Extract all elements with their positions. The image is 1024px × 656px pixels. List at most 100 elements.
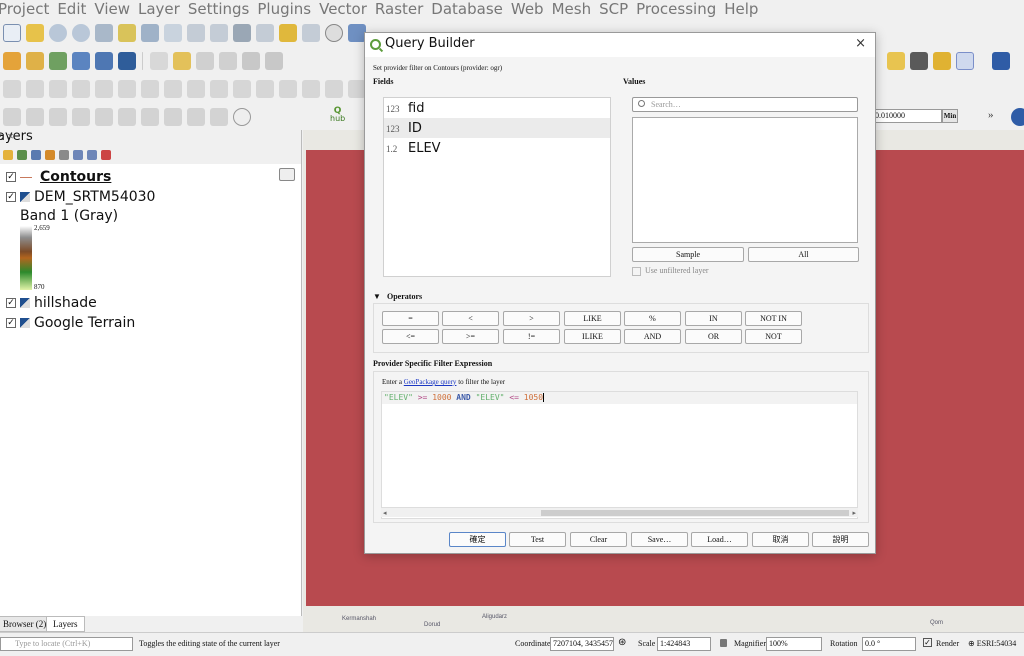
menu-settings[interactable]: Settings: [184, 0, 254, 19]
layer-checkbox-dem[interactable]: ✓: [6, 192, 16, 202]
zoom-out-icon[interactable]: [72, 24, 90, 42]
attribute-table-icon[interactable]: [72, 108, 90, 126]
expand-all-icon[interactable]: [73, 150, 83, 160]
current-edits-icon[interactable]: [150, 52, 168, 70]
add-ring-icon[interactable]: [26, 80, 44, 98]
deselect-icon[interactable]: [49, 108, 67, 126]
fill-ring-icon[interactable]: [72, 80, 90, 98]
offset-curve-icon[interactable]: [164, 80, 182, 98]
remove-layer-icon[interactable]: [101, 150, 111, 160]
statistics-icon[interactable]: [118, 108, 136, 126]
label-tool-icon[interactable]: [887, 52, 905, 70]
save-button[interactable]: Save…: [631, 532, 688, 547]
lock-scale-icon[interactable]: [720, 639, 727, 647]
plugin-shield-icon[interactable]: [233, 108, 251, 126]
help-button[interactable]: 說明: [812, 532, 869, 547]
locate-input[interactable]: Type to locate (Ctrl+K): [0, 637, 133, 651]
menu-edit[interactable]: Edit: [53, 0, 90, 19]
rotation-field[interactable]: 0.0 °: [862, 637, 916, 651]
menu-mesh[interactable]: Mesh: [548, 0, 596, 19]
load-button[interactable]: Load…: [691, 532, 748, 547]
merge-features-icon[interactable]: [233, 80, 251, 98]
use-unfiltered-checkbox[interactable]: [632, 266, 641, 276]
scroll-thumb[interactable]: [541, 510, 849, 516]
scroll-right-icon[interactable]: ▸: [852, 509, 856, 517]
save-edits-icon[interactable]: [196, 52, 214, 70]
merge-attributes-icon[interactable]: [256, 80, 274, 98]
simplify-icon[interactable]: [302, 80, 320, 98]
new-map-view-icon[interactable]: [233, 24, 251, 42]
data-source-manager-icon[interactable]: [3, 52, 21, 70]
menu-layer[interactable]: Layer: [134, 0, 184, 19]
op-equals[interactable]: =: [382, 311, 439, 326]
manage-visibility-icon[interactable]: [31, 150, 41, 160]
geopackage-query-link[interactable]: GeoPackage query: [404, 378, 457, 386]
test-button[interactable]: Test: [509, 532, 566, 547]
op-not-in[interactable]: NOT IN: [745, 311, 802, 326]
profile-tool-icon[interactable]: [956, 52, 974, 70]
identify-icon[interactable]: [3, 108, 21, 126]
layer-row-google-terrain[interactable]: ✓ Google Terrain: [6, 314, 135, 332]
op-like[interactable]: LIKE: [564, 311, 621, 326]
layer-checkbox-hillshade[interactable]: ✓: [6, 298, 16, 308]
coordinate-field[interactable]: 7207104, 3435457: [550, 637, 614, 651]
op-or[interactable]: OR: [685, 329, 742, 344]
values-list[interactable]: [632, 117, 858, 243]
zoom-to-layer-icon[interactable]: [141, 24, 159, 42]
split-parts-icon[interactable]: [210, 80, 228, 98]
layer-row-dem[interactable]: ✓ DEM_SRTM54030: [6, 188, 155, 206]
pan-to-selection-icon[interactable]: [26, 24, 44, 42]
vertex-tool-icon[interactable]: [242, 52, 260, 70]
editing-indicator-icon[interactable]: [279, 168, 295, 181]
spatial-bookmark-icon[interactable]: [256, 24, 274, 42]
collapse-all-icon[interactable]: [87, 150, 97, 160]
style-manager-icon[interactable]: [3, 150, 13, 160]
zoom-native-icon[interactable]: [164, 24, 182, 42]
op-and[interactable]: AND: [624, 329, 681, 344]
text-annotation-icon[interactable]: [210, 108, 228, 126]
toggle-editing-icon[interactable]: [173, 52, 191, 70]
toolbar-more-button[interactable]: »: [988, 109, 994, 121]
zoom-to-selection-icon[interactable]: [118, 24, 136, 42]
op-percent[interactable]: %: [624, 311, 681, 326]
menu-view[interactable]: View: [90, 0, 134, 19]
annotation-icon[interactable]: [187, 108, 205, 126]
trim-extend-icon[interactable]: [325, 80, 343, 98]
op-not-equal[interactable]: !=: [503, 329, 560, 344]
new-virtual-layer-icon[interactable]: [95, 52, 113, 70]
label-pin-icon[interactable]: [910, 52, 928, 70]
new-geopackage-icon[interactable]: [26, 52, 44, 70]
ok-button[interactable]: 確定: [449, 532, 506, 547]
new-scratch-layer-icon[interactable]: [72, 52, 90, 70]
menu-vector[interactable]: Vector: [315, 0, 371, 19]
menu-raster[interactable]: Raster: [371, 0, 427, 19]
op-less-than[interactable]: <: [442, 311, 499, 326]
map-tips-icon[interactable]: [164, 108, 182, 126]
op-greater-equal[interactable]: >=: [442, 329, 499, 344]
qgis-hub-button[interactable]: Qhub: [330, 107, 345, 123]
reshape-icon[interactable]: [141, 80, 159, 98]
delete-part-icon[interactable]: [118, 80, 136, 98]
crs-button[interactable]: ⊕ ESRI:54034: [968, 639, 1016, 648]
new-mesh-layer-icon[interactable]: [118, 52, 136, 70]
menu-scp[interactable]: SCP: [595, 0, 632, 19]
operators-toggle[interactable]: ▼: [373, 292, 383, 301]
python-console-icon[interactable]: [933, 52, 951, 70]
show-bookmarks-icon[interactable]: [302, 24, 320, 42]
split-features-icon[interactable]: [187, 80, 205, 98]
toggle-extents-icon[interactable]: ⊛: [618, 637, 626, 648]
help-icon[interactable]: [992, 52, 1010, 70]
tab-layers[interactable]: Layers: [46, 616, 85, 632]
all-button[interactable]: All: [748, 247, 859, 262]
magnifier-field[interactable]: 100%: [766, 637, 822, 651]
field-calculator-icon[interactable]: [95, 108, 113, 126]
add-group-icon[interactable]: [17, 150, 27, 160]
multi-edit-icon[interactable]: [265, 52, 283, 70]
op-greater-than[interactable]: >: [503, 311, 560, 326]
cancel-button[interactable]: 取消: [752, 532, 809, 547]
sample-button[interactable]: Sample: [632, 247, 744, 262]
render-checkbox[interactable]: ✓: [923, 638, 932, 647]
new-bookmark-icon[interactable]: [279, 24, 297, 42]
op-not[interactable]: NOT: [745, 329, 802, 344]
field-item-elev[interactable]: 1.2 ELEV: [384, 138, 610, 158]
